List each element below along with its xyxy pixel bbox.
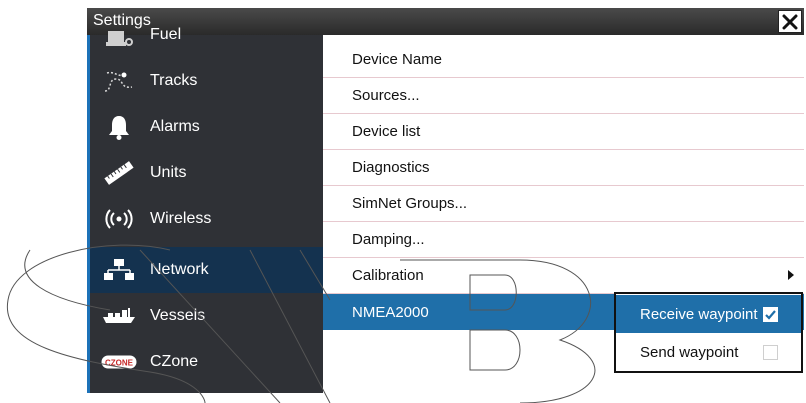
sidebar-item-tracks[interactable]: Tracks bbox=[90, 58, 323, 104]
menu-item-label: Diagnostics bbox=[352, 159, 430, 176]
option-label: Receive waypoint bbox=[640, 305, 758, 323]
wireless-icon bbox=[96, 202, 142, 236]
sidebar-item-label: Tracks bbox=[150, 72, 198, 89]
menu-item-label: Device Name bbox=[352, 51, 443, 68]
vessels-icon bbox=[96, 299, 142, 333]
network-icon bbox=[96, 253, 142, 287]
sidebar-item-label: Fuel bbox=[150, 26, 182, 43]
menu-item-label: Calibration bbox=[352, 267, 424, 284]
chevron-right-icon bbox=[788, 270, 794, 280]
czone-icon: CZONE bbox=[96, 345, 142, 379]
menu-item-simnet-groups[interactable]: SimNet Groups... bbox=[323, 186, 804, 222]
menu-item-damping[interactable]: Damping... bbox=[323, 222, 804, 258]
svg-text:CZONE: CZONE bbox=[105, 359, 134, 368]
send-waypoint-checkbox[interactable] bbox=[763, 344, 778, 360]
option-send-waypoint[interactable]: Send waypoint bbox=[616, 333, 801, 371]
menu-item-label: Sources... bbox=[352, 87, 420, 104]
sidebar-item-units[interactable]: Units bbox=[90, 150, 323, 196]
bell-icon bbox=[96, 110, 142, 144]
sidebar-item-wireless[interactable]: Wireless bbox=[90, 196, 323, 242]
settings-sidebar: Fuel Tracks Alarms Units Wireless Networ… bbox=[87, 26, 323, 393]
tracks-icon bbox=[96, 64, 142, 98]
sidebar-item-label: Alarms bbox=[150, 118, 200, 135]
sidebar-item-fuel[interactable]: Fuel bbox=[90, 12, 323, 58]
sidebar-item-label: Wireless bbox=[150, 210, 212, 227]
menu-item-label: Device list bbox=[352, 123, 421, 140]
menu-item-diagnostics[interactable]: Diagnostics bbox=[323, 150, 804, 186]
close-button[interactable] bbox=[778, 10, 802, 33]
option-label: Send waypoint bbox=[640, 343, 739, 361]
sidebar-item-czone[interactable]: CZONE CZone bbox=[90, 339, 323, 385]
sidebar-item-label: Network bbox=[150, 261, 209, 278]
menu-item-sources[interactable]: Sources... bbox=[323, 78, 804, 114]
sidebar-item-alarms[interactable]: Alarms bbox=[90, 104, 323, 150]
checkmark-icon bbox=[765, 309, 776, 320]
receive-waypoint-checkbox[interactable] bbox=[763, 306, 778, 322]
ruler-icon bbox=[96, 156, 142, 190]
option-receive-waypoint[interactable]: Receive waypoint bbox=[616, 295, 801, 333]
sidebar-item-label: Units bbox=[150, 164, 187, 181]
sidebar-item-network[interactable]: Network bbox=[90, 247, 323, 293]
menu-item-device-list[interactable]: Device list bbox=[323, 114, 804, 150]
menu-item-label: Damping... bbox=[352, 231, 425, 248]
menu-item-label: NMEA2000 bbox=[352, 303, 429, 321]
sidebar-item-label: Vessels bbox=[150, 307, 206, 324]
menu-item-calibration[interactable]: Calibration bbox=[323, 258, 804, 294]
sidebar-item-vessels[interactable]: Vessels bbox=[90, 293, 323, 339]
sidebar-item-label: CZone bbox=[150, 353, 199, 370]
menu-item-label: SimNet Groups... bbox=[352, 195, 468, 212]
nmea2000-options-popup: Receive waypoint Send waypoint bbox=[614, 292, 803, 373]
close-icon bbox=[782, 14, 798, 29]
menu-item-device-name[interactable]: Device Name bbox=[323, 42, 804, 78]
fuel-icon bbox=[96, 18, 142, 52]
